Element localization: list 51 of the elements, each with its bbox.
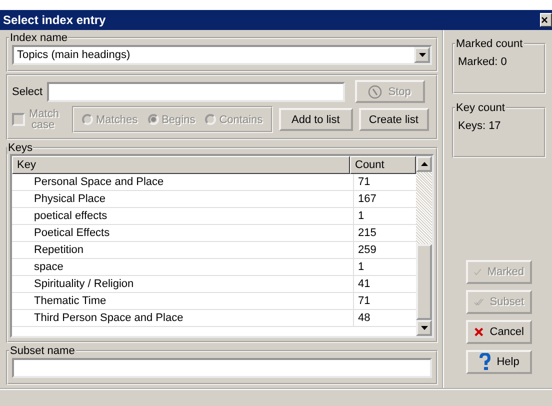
table-cell: Poetical Effects xyxy=(12,225,354,241)
table-cell-text: 167 xyxy=(357,192,378,207)
stop-icon xyxy=(368,84,382,98)
table-cell-text: 215 xyxy=(357,226,378,241)
select-field[interactable] xyxy=(46,82,345,102)
table-cell: Third Person Space and Place xyxy=(12,310,354,326)
group-label: Keys xyxy=(7,142,34,154)
add-to-list-button[interactable]: Add to list xyxy=(278,108,353,131)
window-title: Select index entry xyxy=(3,13,106,27)
table-cell: Repetition xyxy=(12,242,354,258)
match-case-label: Match case xyxy=(29,108,57,130)
scroll-up-button[interactable] xyxy=(416,156,432,172)
select-label: Select xyxy=(12,86,43,98)
scroll-thumb[interactable] xyxy=(416,244,432,320)
table-cell-text: 1 xyxy=(357,209,366,224)
table-cell-text: 259 xyxy=(357,243,378,258)
column-header[interactable]: Key xyxy=(12,156,350,174)
subset-name-field[interactable] xyxy=(12,358,432,378)
table-cell-text: 71 xyxy=(357,294,372,309)
key-count-text: Keys: 17 xyxy=(458,120,501,132)
index-name-dropdown[interactable]: Topics (main headings) xyxy=(12,45,432,65)
table-cell-text: 71 xyxy=(357,175,372,190)
down-arrow-icon xyxy=(418,53,426,57)
marked-count-text: Marked: 0 xyxy=(458,56,507,68)
table-cell: Personal Space and Place xyxy=(12,174,354,190)
table-cell-text: 1 xyxy=(357,260,366,275)
group-label: Marked count xyxy=(455,38,524,50)
group-label: Index name xyxy=(9,32,68,44)
cross-icon xyxy=(474,325,484,339)
up-arrow-icon xyxy=(420,162,428,166)
table-cell: Physical Place xyxy=(12,191,354,207)
close-button[interactable]: × xyxy=(540,13,552,27)
table-cell: poetical effects xyxy=(12,208,354,224)
create-list-button[interactable]: Create list xyxy=(358,108,429,131)
scroll-down-button[interactable] xyxy=(416,320,432,336)
scrollbar[interactable] xyxy=(416,156,432,336)
table-cell: Thematic Time xyxy=(12,293,354,309)
radio-dot-icon xyxy=(150,117,156,122)
dropdown-button[interactable] xyxy=(414,47,430,63)
down-arrow-icon xyxy=(420,326,428,330)
table-cell-text: 41 xyxy=(357,277,372,292)
table-cell: space xyxy=(12,259,354,275)
cancel-button[interactable]: Cancel xyxy=(466,320,532,344)
help-button[interactable]: Help xyxy=(466,350,532,374)
question-mark-icon xyxy=(478,353,491,371)
group-label: Subset name xyxy=(9,345,76,357)
dropdown-value: Topics (main headings) xyxy=(17,49,130,61)
column-header[interactable]: Count xyxy=(350,156,416,174)
table-cell-text: 48 xyxy=(357,311,372,326)
group-label: Key count xyxy=(455,102,506,114)
table-cell: Spirituality / Religion xyxy=(12,276,354,292)
